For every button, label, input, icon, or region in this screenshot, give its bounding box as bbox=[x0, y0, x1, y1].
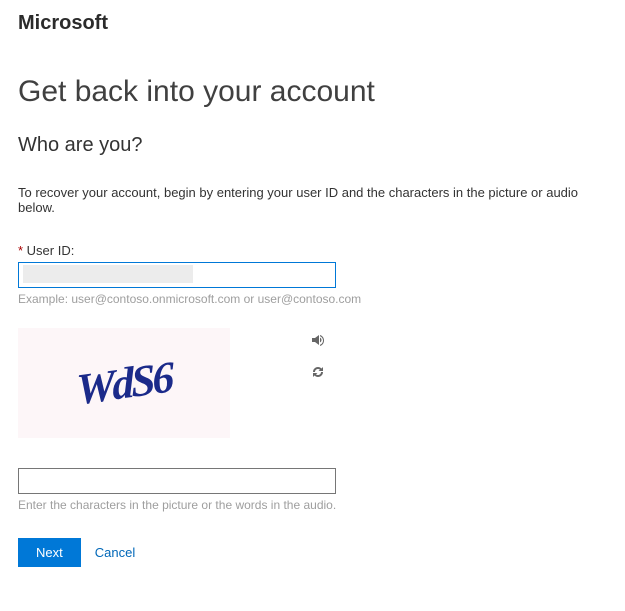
next-button[interactable]: Next bbox=[18, 538, 81, 567]
page-subtitle: Who are you? bbox=[18, 134, 607, 157]
captcha-hint: Enter the characters in the picture or t… bbox=[18, 498, 607, 512]
required-star: * bbox=[18, 243, 27, 258]
userid-label-text: User ID: bbox=[27, 243, 75, 258]
userid-label: * User ID: bbox=[18, 243, 607, 258]
captcha-image: WdS6 bbox=[18, 328, 230, 438]
captcha-text: WdS6 bbox=[75, 351, 172, 415]
audio-icon[interactable] bbox=[310, 332, 326, 348]
cancel-link[interactable]: Cancel bbox=[95, 545, 135, 560]
captcha-input[interactable] bbox=[18, 468, 336, 494]
page-title: Get back into your account bbox=[18, 75, 607, 109]
userid-input[interactable] bbox=[18, 262, 336, 288]
refresh-icon[interactable] bbox=[310, 364, 326, 380]
userid-hint: Example: user@contoso.onmicrosoft.com or… bbox=[18, 292, 607, 306]
instructions-text: To recover your account, begin by enteri… bbox=[18, 185, 607, 215]
brand-logo: Microsoft bbox=[18, 12, 607, 35]
